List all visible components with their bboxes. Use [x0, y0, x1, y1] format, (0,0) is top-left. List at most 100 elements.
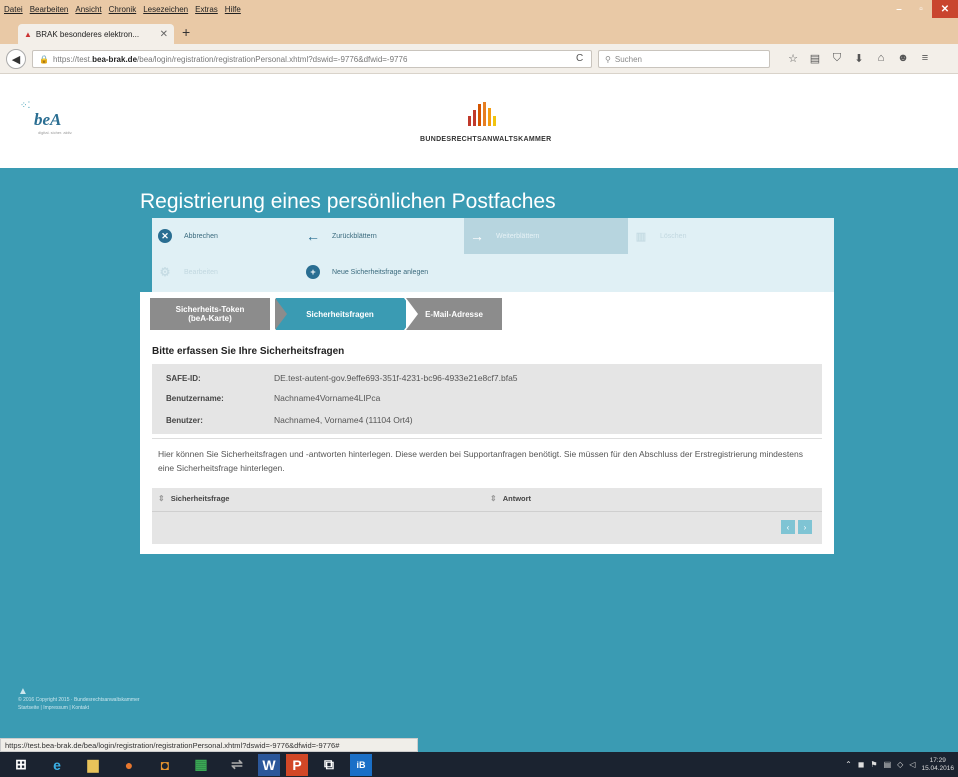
lock-icon: 🔒 [39, 54, 49, 64]
search-placeholder: Suchen [614, 54, 642, 64]
step2-label: Sicherheitsfragen [306, 309, 374, 319]
safe-id-value: DE.test-autent-gov.9effe693-351f-4231-bc… [274, 373, 518, 383]
remote-desktop-icon[interactable]: ⧉ [314, 754, 344, 776]
cancel-icon: ✕ [158, 229, 172, 243]
user-value: Nachname4, Vorname4 (11104 Ort4) [274, 415, 413, 425]
url-bar[interactable]: 🔒 https://test. bea-brak.de/bea/login/reg… [32, 50, 592, 68]
action-bar: ✕ Abbrechen ← Zurückblättern → Weiterblä… [152, 218, 834, 292]
system-tray: ⌃ ◼ ⚑ ▤ ◇ ◁ 17:29 15.04.2016 [845, 752, 958, 777]
reading-list-icon[interactable]: ▤ [804, 52, 826, 65]
menu-help[interactable]: Hilfe [225, 5, 241, 14]
tray-arrow-icon[interactable]: ⌃ [845, 760, 852, 769]
search-input[interactable]: ⚲ Suchen [598, 50, 770, 68]
menu-file[interactable]: Datei [4, 5, 23, 14]
clock[interactable]: 17:29 15.04.2016 [921, 757, 954, 773]
column-answer-label: Antwort [502, 494, 532, 503]
extension-icon[interactable]: ☻ [892, 52, 914, 65]
hamburger-menu-icon[interactable]: ≡ [914, 52, 936, 65]
delete-button[interactable]: ▥ Löschen [628, 218, 786, 254]
url-prefix: https://test. [52, 54, 93, 64]
step-security-questions[interactable]: Sicherheitsfragen [275, 298, 416, 330]
outlook-icon[interactable]: ◘ [150, 754, 180, 776]
tray-app-icon[interactable]: ◼ [858, 760, 865, 769]
minimize-button[interactable]: – [888, 0, 910, 18]
clock-time: 17:29 [929, 756, 946, 764]
close-tab-icon[interactable]: ✕ [160, 29, 168, 40]
step-email-address[interactable]: E-Mail-Adresse [406, 298, 502, 330]
bookmark-star-icon[interactable]: ☆ [782, 52, 804, 65]
brak-name: BUNDESRECHTSANWALTSKAMMER [420, 136, 552, 143]
back-button[interactable]: ◀ [6, 49, 26, 69]
new-tab-button[interactable]: + [182, 24, 190, 40]
maximize-button[interactable]: ▫ [910, 0, 932, 18]
plus-circle-icon: + [306, 265, 320, 279]
pocket-icon[interactable]: ⛉ [826, 52, 848, 65]
username-label: Benutzername: [166, 393, 224, 403]
brak-bar [468, 116, 471, 126]
pager-prev-button[interactable]: ‹ [781, 520, 795, 534]
menu-edit[interactable]: Bearbeiten [30, 5, 69, 14]
home-icon[interactable]: ⌂ [870, 52, 892, 65]
gear-icon: ⚙ [159, 265, 171, 279]
info-row-user: Benutzer: Nachname4, Vorname4 (11104 Ort… [152, 410, 822, 430]
step3-label: E-Mail-Adresse [425, 309, 483, 319]
internet-explorer-icon[interactable]: e [42, 754, 72, 776]
step-security-token[interactable]: Sicherheits-Token (beA-Karte) [150, 298, 270, 330]
next-page-button[interactable]: → Weiterblättern [464, 218, 628, 254]
volume-icon[interactable]: ◁ [909, 760, 915, 769]
file-explorer-icon[interactable]: ▆ [78, 754, 108, 776]
sort-icon: ⇕ [158, 494, 165, 503]
footer-logo-icon: ▲ [18, 686, 28, 697]
bea-tagline: digital. sicher. aktiv. [38, 130, 73, 135]
browser-tab[interactable]: ▲ BRAK besonderes elektron... ✕ [18, 24, 174, 44]
menu-view[interactable]: Ansicht [75, 5, 101, 14]
brak-bar [473, 110, 476, 126]
page-footer: ▲ © 2016 Copyright 2015 · Bundesrechtsan… [18, 686, 218, 712]
windows-start-icon[interactable]: ⊞ [6, 754, 36, 776]
network-tray-icon[interactable]: ▤ [884, 760, 892, 769]
brak-bar [483, 102, 486, 126]
cancel-label: Abbrechen [184, 232, 218, 240]
network-icon[interactable]: ⇌ [222, 754, 252, 776]
sort-icon: ⇕ [490, 494, 497, 503]
window-controls: – ▫ ✕ [888, 0, 958, 18]
tab-title: BRAK besonderes elektron... [35, 29, 140, 39]
menu-tools[interactable]: Extras [195, 5, 218, 14]
step1-line1: Sicherheits-Token [175, 305, 245, 314]
word-icon[interactable]: W [258, 753, 280, 776]
toolbar-icons: ☆ ▤ ⛉ ⬇ ⌂ ☻ ≡ [782, 52, 936, 65]
shield-icon[interactable]: ◇ [897, 760, 903, 769]
user-label: Benutzer: [166, 415, 203, 425]
brak-bar [488, 108, 491, 126]
edit-button[interactable]: ⚙ Bearbeiten [152, 254, 300, 290]
new-question-button[interactable]: + Neue Sicherheitsfrage anlegen [300, 254, 500, 290]
bea-logo[interactable]: ⁘⁚ beA digital. sicher. aktiv. [20, 100, 110, 140]
nav-bar: ◀ 🔒 https://test. bea-brak.de/bea/login/r… [0, 44, 958, 74]
page-title: Registrierung eines persönlichen Postfac… [140, 190, 556, 213]
step1-line2: (beA-Karte) [188, 314, 232, 323]
footer-links[interactable]: Startseite | Impressum | Kontakt [18, 704, 218, 712]
excel-icon[interactable]: ▦ [186, 754, 216, 776]
table-header: ⇕ Sicherheitsfrage ⇕ Antwort [152, 488, 822, 512]
pager-next-button[interactable]: › [798, 520, 812, 534]
user-info-box: SAFE-ID: DE.test-autent-gov.9effe693-351… [152, 364, 822, 434]
arrow-left-icon: ← [306, 228, 320, 244]
info-row-safe-id: SAFE-ID: DE.test-autent-gov.9effe693-351… [152, 368, 822, 388]
powerpoint-icon[interactable]: P [286, 753, 308, 776]
back-page-button[interactable]: ← Zurückblättern [300, 218, 464, 254]
footer-copyright: © 2016 Copyright 2015 · Bundesrechtsanwa… [18, 697, 140, 703]
flag-icon[interactable]: ⚑ [870, 760, 877, 769]
firefox-icon[interactable]: ● [114, 754, 144, 776]
menu-bookmarks[interactable]: Lesezeichen [143, 5, 188, 14]
cancel-button[interactable]: ✕ Abbrechen [152, 218, 300, 254]
reload-icon[interactable]: C [576, 53, 583, 64]
close-window-button[interactable]: ✕ [932, 0, 958, 18]
download-icon[interactable]: ⬇ [848, 52, 870, 65]
column-header-question[interactable]: ⇕ Sicherheitsfrage [158, 494, 229, 503]
menu-history[interactable]: Chronik [109, 5, 137, 14]
ib-app-icon[interactable]: iB [350, 753, 372, 776]
safe-id-label: SAFE-ID: [166, 373, 201, 383]
back-page-label: Zurückblättern [332, 232, 377, 240]
registration-panel: Sicherheits-Token (beA-Karte) Sicherheits… [140, 292, 834, 554]
column-header-answer[interactable]: ⇕ Antwort [490, 494, 531, 503]
